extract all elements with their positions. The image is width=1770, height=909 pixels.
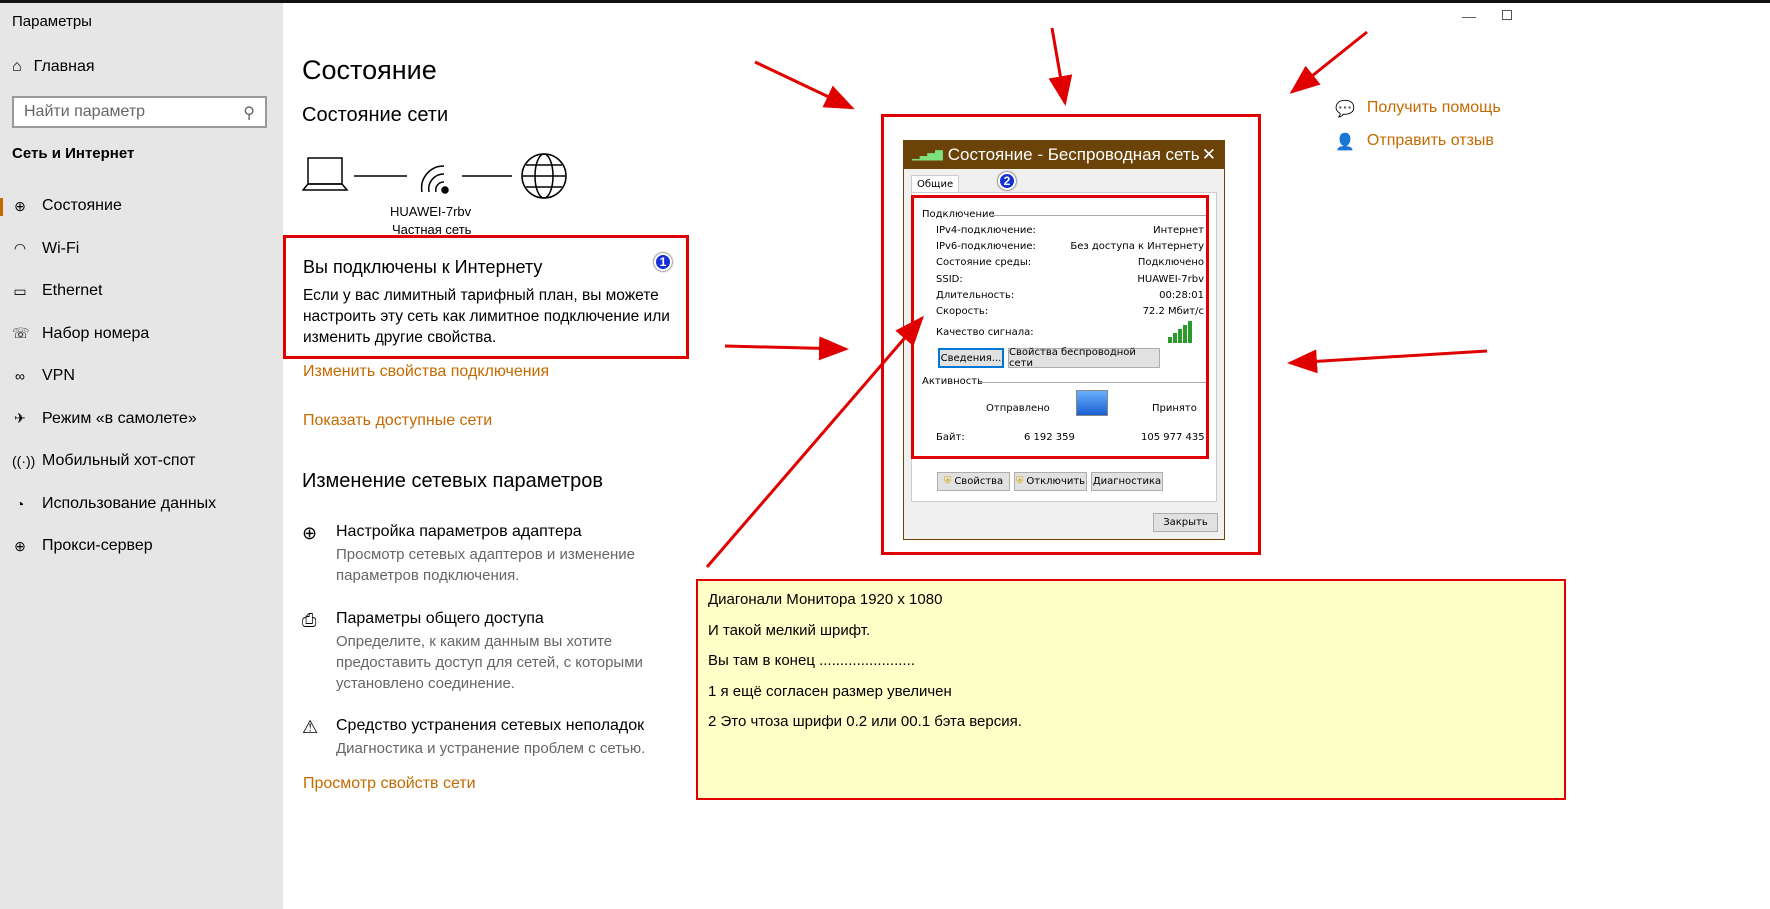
search-placeholder: Найти параметр — [24, 103, 146, 120]
sidebar-item-0[interactable]: ⊕ Состояние — [12, 197, 122, 215]
diagnostics-button[interactable]: Диагностика — [1091, 472, 1163, 491]
proxy-icon: ⊕ — [14, 537, 26, 554]
maximize-button[interactable] — [1502, 10, 1512, 20]
data-usage-icon: ◔ — [15, 495, 25, 512]
sidebar-home[interactable]: ⌂ Главная — [12, 58, 95, 76]
arrow — [1289, 30, 1368, 94]
network-name: HUAWEI-7rbv — [390, 204, 472, 219]
sidebar-item-3[interactable]: ☏ Набор номера — [12, 325, 149, 343]
sidebar-item-7[interactable]: ◔ Использование данных — [12, 495, 216, 513]
ethernet-icon: ▭ — [13, 282, 27, 299]
note-line: И такой мелкий шрифт. — [708, 621, 871, 639]
shield-icon: ⛨ — [1015, 476, 1024, 487]
warning-icon: ⚠ — [302, 717, 319, 737]
sidebar-item-2[interactable]: ▭ Ethernet — [12, 282, 102, 300]
sidebar-item-4[interactable]: ∞ VPN — [12, 367, 75, 385]
globe-icon — [521, 153, 567, 199]
badge-1: 1 — [654, 253, 672, 271]
annotation-box-2 — [911, 195, 1209, 459]
airplane-icon: ✈ — [14, 410, 26, 426]
sidebar-item-5[interactable]: ✈ Режим «в самолете» — [12, 410, 197, 428]
sidebar-item-label: Набор номера — [42, 324, 150, 342]
home-label: Главная — [33, 58, 95, 75]
disable-button[interactable]: ⛨ Отключить — [1014, 472, 1087, 491]
change-connection-properties-link[interactable]: Изменить свойства подключения — [303, 363, 549, 381]
option-title: Параметры общего доступа — [336, 610, 544, 627]
signal-icon: ▁▃▅▇ — [912, 149, 943, 161]
note-line: Диагонали Монитора 1920 x 1080 — [708, 591, 943, 608]
wifi-icon: ◠ — [13, 240, 27, 256]
app-title: Параметры — [12, 13, 92, 30]
feedback-link[interactable]: 👤 Отправить отзыв — [1335, 132, 1494, 152]
option-desc: Определите, к каким данным вы хотите пре… — [336, 633, 643, 692]
get-help-link[interactable]: 💬 Получить помощь — [1335, 99, 1501, 119]
tab-general[interactable]: Общие — [911, 175, 960, 193]
annotation-note: Диагонали Монитора 1920 x 1080 И такой ме… — [696, 579, 1566, 800]
view-network-properties-link[interactable]: Просмотр свойств сети — [303, 775, 476, 793]
feedback-icon: 👤 — [1335, 134, 1355, 151]
search-input[interactable]: Найти параметр ⚲ — [12, 96, 267, 128]
sidebar-item-label: Прокси-сервер — [42, 537, 153, 554]
adapter-icon: ⊕ — [302, 523, 318, 543]
option-desc: Просмотр сетевых адаптеров и изменение п… — [336, 546, 635, 584]
sidebar-section-title: Сеть и Интернет — [12, 145, 135, 162]
sidebar-item-label: Режим «в самолете» — [42, 409, 197, 427]
network-diagram — [302, 153, 567, 199]
sidebar-item-1[interactable]: ◠ Wi-Fi — [12, 240, 79, 258]
option-2[interactable]: ⚠ Средство устранения сетевых неполадок Ди… — [302, 717, 666, 759]
sidebar-item-8[interactable]: ⊕ Прокси-сервер — [12, 537, 153, 555]
minimize-button[interactable]: — — [1462, 8, 1476, 24]
close-icon[interactable]: ✕ — [1202, 145, 1216, 165]
sidebar-item-label: Wi-Fi — [42, 239, 80, 257]
option-title: Настройка параметров адаптера — [336, 523, 582, 540]
note-line: 1 я ещё согласен размер увеличен — [708, 682, 952, 700]
home-icon: ⌂ — [12, 58, 22, 75]
wifi-icon — [420, 165, 449, 194]
active-indicator — [0, 198, 3, 216]
show-available-networks-link[interactable]: Показать доступные сети — [303, 412, 492, 430]
sidebar-item-label: Ethernet — [42, 282, 103, 299]
search-icon: ⚲ — [243, 105, 255, 122]
feedback-label: Отправить отзыв — [1366, 132, 1494, 149]
get-help-label: Получить помощь — [1366, 99, 1501, 116]
note-line: Вы там в конец ....................... — [708, 652, 915, 669]
dialog-title: Состояние - Беспроводная сеть — [947, 145, 1200, 164]
laptop-icon — [302, 157, 349, 191]
disable-label: Отключить — [1026, 476, 1086, 487]
arrow — [724, 336, 849, 361]
option-desc: Диагностика и устранение проблем с сетью… — [336, 740, 646, 757]
option-0[interactable]: ⊕ Настройка параметров адаптера Просмотр с… — [302, 523, 666, 586]
properties-button[interactable]: ⛨ Свойства — [937, 472, 1010, 491]
arrow — [754, 60, 855, 110]
badge-2: 2 — [998, 172, 1016, 190]
sidebar-item-label: Использование данных — [42, 494, 217, 512]
hotspot-icon: ((·)) — [12, 453, 36, 469]
properties-label: Свойства — [954, 476, 1004, 487]
network-status-heading: Состояние сети — [302, 104, 449, 126]
annotation-box-1 — [283, 235, 689, 359]
sharing-icon: ⎙ — [302, 610, 317, 630]
arrow — [1048, 27, 1073, 106]
vpn-icon: ∞ — [15, 368, 25, 384]
shield-icon: ⛨ — [943, 476, 952, 487]
note-line: 2 Это чтоза шрифи 0.2 или 00.1 бэта верс… — [708, 713, 1022, 730]
sidebar-item-label: VPN — [42, 367, 75, 384]
page-title: Состояние — [302, 55, 437, 85]
sidebar-item-label: Состояние — [42, 197, 122, 214]
help-icon: 💬 — [1335, 101, 1355, 118]
close-button[interactable]: Закрыть — [1153, 513, 1218, 532]
sidebar-item-label: Мобильный хот-спот — [42, 452, 196, 469]
option-1[interactable]: ⎙ Параметры общего доступа Определите, к к… — [302, 610, 666, 694]
arrow — [1287, 349, 1488, 374]
change-settings-heading: Изменение сетевых параметров — [302, 470, 603, 492]
option-title: Средство устранения сетевых неполадок — [336, 717, 645, 734]
sidebar-item-6[interactable]: ((·)) Мобильный хот-спот — [12, 452, 195, 470]
globe-icon: ⊕ — [14, 197, 26, 214]
dialup-icon: ☏ — [12, 325, 30, 341]
